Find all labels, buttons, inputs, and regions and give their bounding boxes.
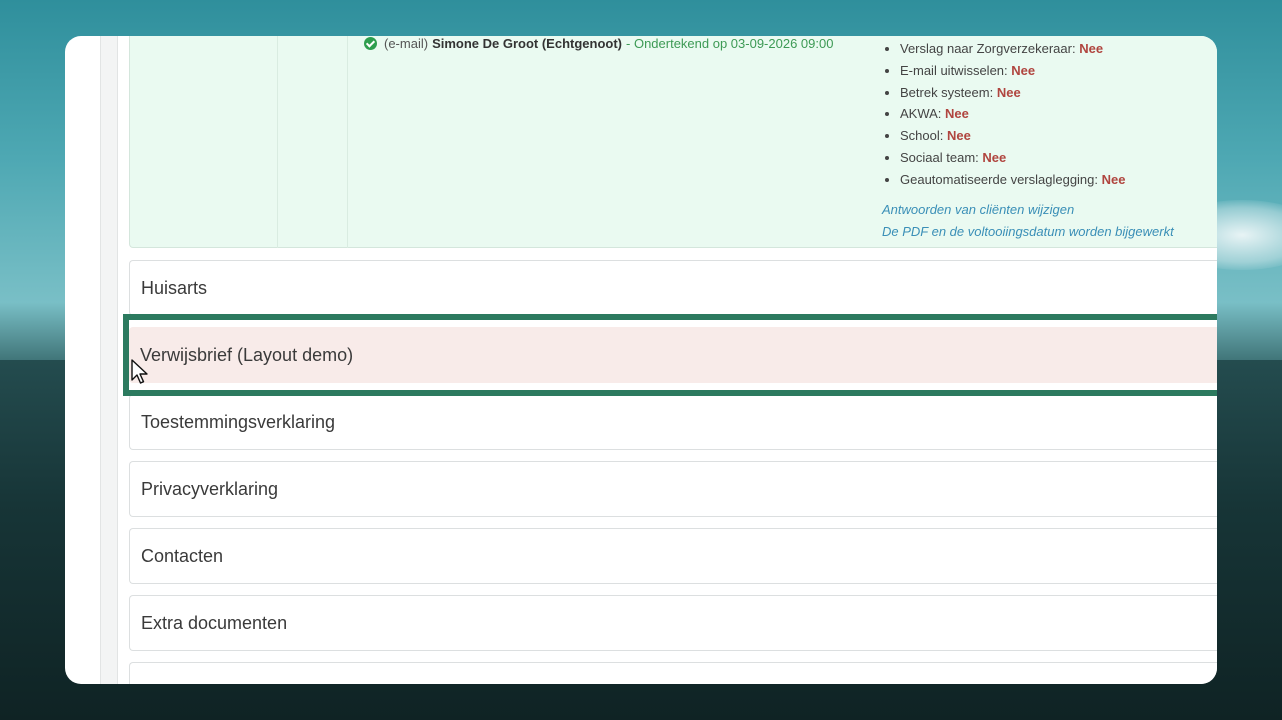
signature-panel-column	[278, 36, 348, 248]
section-huisarts[interactable]: Huisarts	[129, 260, 1217, 316]
signature-panel: (e-mail) Simone De Groot (Echtgenoot) - …	[129, 36, 1217, 248]
pdf-update-note: De PDF en de voltooiingsdatum worden bij…	[882, 224, 1174, 239]
mouse-cursor-icon	[131, 359, 148, 384]
signature-panel-column	[130, 36, 278, 248]
consent-item: School: Nee	[900, 125, 1126, 147]
consent-item: AKWA: Nee	[900, 103, 1126, 125]
section-toestemmingsverklaring[interactable]: Toestemmingsverklaring	[129, 394, 1217, 450]
consent-item: Sociaal team: Nee	[900, 147, 1126, 169]
consent-item: E-mail uitwisselen: Nee	[900, 60, 1126, 82]
consent-item: Betrek systeem: Nee	[900, 82, 1126, 104]
left-rail	[100, 36, 118, 684]
edit-answers-link[interactable]: Antwoorden van cliënten wijzigen	[882, 202, 1074, 217]
signature-name: Simone De Groot (Echtgenoot)	[432, 36, 623, 51]
signature-method: (e-mail)	[384, 36, 429, 51]
signature-status: - Ondertekend op 03-09-2026 09:00	[626, 36, 834, 51]
section-contacten[interactable]: Contacten	[129, 528, 1217, 584]
signature-line: (e-mail) Simone De Groot (Echtgenoot) - …	[364, 36, 833, 51]
form-content: (e-mail) Simone De Groot (Echtgenoot) - …	[129, 36, 1217, 684]
consent-item: Geautomatiseerde verslaglegging: Nee	[900, 169, 1126, 191]
consent-item: Verslag naar Zorgverzekeraar: Nee	[900, 38, 1126, 60]
section-next[interactable]	[129, 662, 1217, 684]
section-verwijsbrief[interactable]: Verwijsbrief (Layout demo)	[129, 327, 1217, 383]
app-window: (e-mail) Simone De Groot (Echtgenoot) - …	[65, 36, 1217, 684]
section-extra-documenten[interactable]: Extra documenten	[129, 595, 1217, 651]
check-circle-icon	[364, 37, 377, 50]
section-privacyverklaring[interactable]: Privacyverklaring	[129, 461, 1217, 517]
consent-list: Verslag naar Zorgverzekeraar: Nee E-mail…	[882, 38, 1126, 191]
